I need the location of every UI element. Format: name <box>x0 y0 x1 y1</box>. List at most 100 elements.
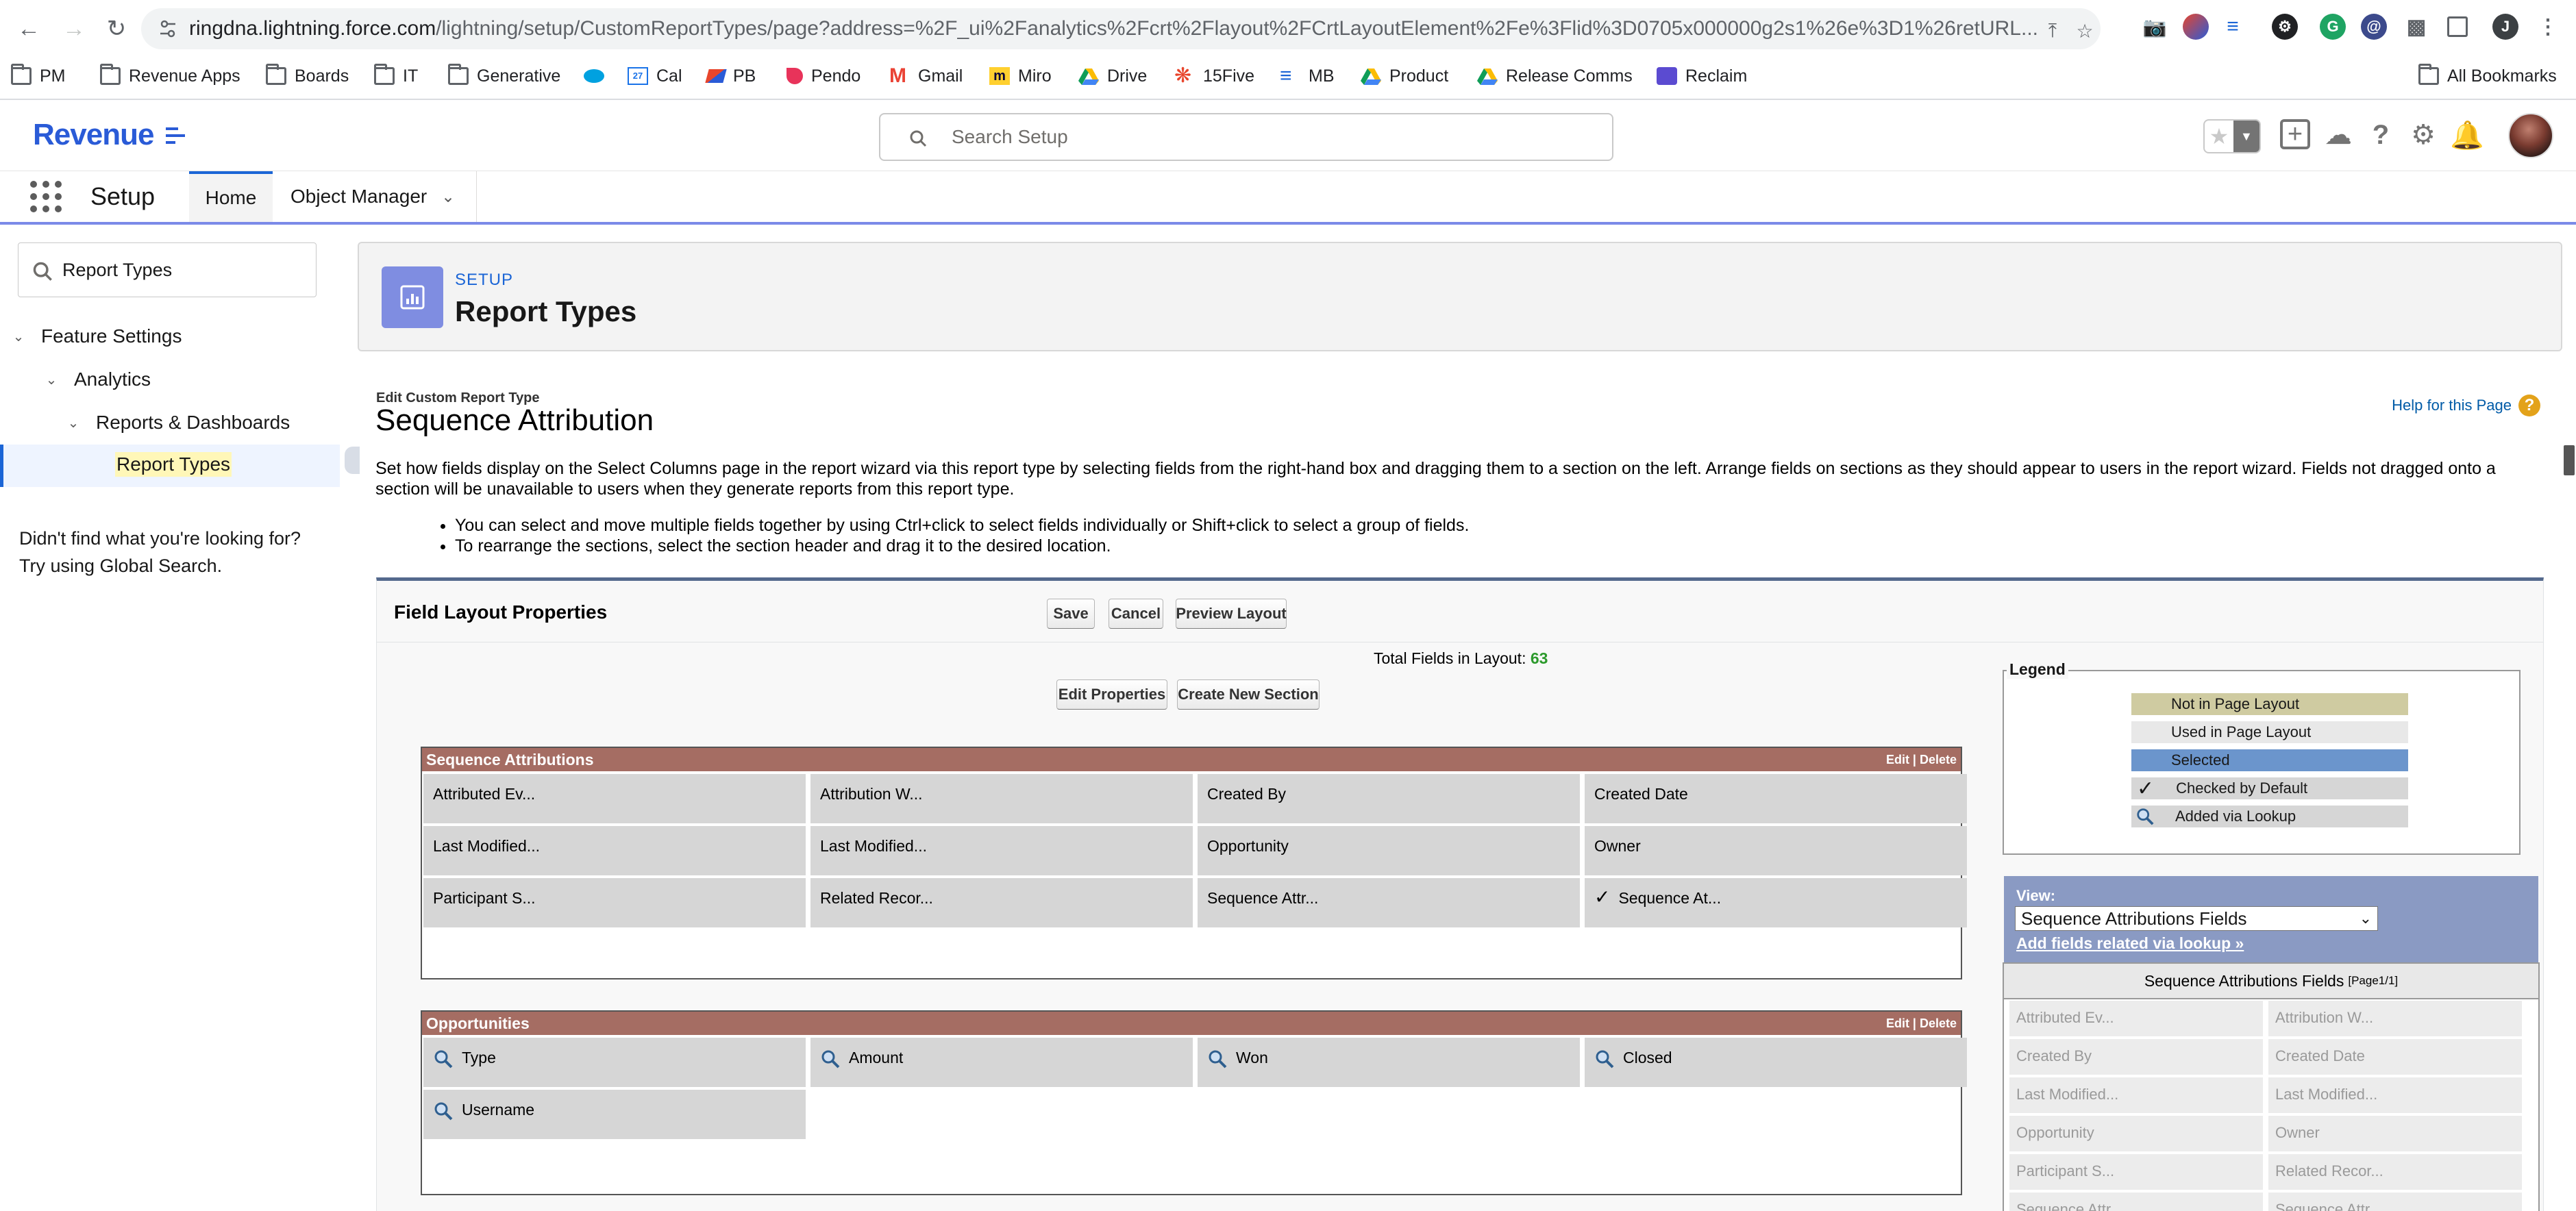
bookmark-boards[interactable]: Boards <box>266 63 349 89</box>
available-field[interactable]: Last Modified... <box>2009 1077 2263 1113</box>
help-icon[interactable]: ? <box>2518 395 2540 416</box>
bookmark-miro[interactable]: m Miro <box>989 63 1052 89</box>
quick-find-input[interactable]: Report Types <box>18 242 317 297</box>
extension-grammarly-icon[interactable]: G <box>2320 14 2346 40</box>
available-field[interactable]: Sequence Attr... <box>2009 1193 2263 1211</box>
bookmark-generative[interactable]: Generative <box>448 63 560 89</box>
help-link-label[interactable]: Help for this Page <box>2392 397 2512 414</box>
setup-gear-icon[interactable]: ⚙ <box>2407 119 2439 151</box>
bookmark-pm[interactable]: PM <box>11 63 66 89</box>
add-lookup-fields-link[interactable]: Add fields related via lookup » <box>2016 934 2244 953</box>
available-field[interactable]: Owner <box>2268 1116 2522 1151</box>
side-panel-icon[interactable] <box>2447 16 2468 37</box>
bookmark-mb[interactable]: ≡ MB <box>1280 63 1335 89</box>
layout-field[interactable]: Attribution W... <box>810 774 1193 823</box>
tree-node-analytics[interactable]: ⌄ Analytics <box>42 366 151 393</box>
share-icon[interactable]: ⤒ <box>2042 20 2063 41</box>
user-avatar[interactable] <box>2508 113 2553 158</box>
layout-field[interactable]: Won <box>1198 1038 1580 1087</box>
all-bookmarks[interactable]: All Bookmarks <box>2418 63 2557 89</box>
extension-at-icon[interactable]: @ <box>2361 14 2387 40</box>
bookmark-salesforce[interactable] <box>584 63 604 89</box>
extension-pb-icon[interactable] <box>2183 14 2209 40</box>
forward-arrow-icon[interactable]: → <box>58 12 90 45</box>
site-info-icon[interactable] <box>159 18 177 39</box>
reload-icon[interactable]: ↻ <box>100 12 133 45</box>
tab-object-manager[interactable]: Object Manager ⌄ <box>277 171 477 222</box>
org-logo[interactable]: Revenue <box>33 118 154 152</box>
extension-mb-icon[interactable]: ≡ <box>2220 14 2246 40</box>
edit-properties-button[interactable]: Edit Properties <box>1056 679 1167 710</box>
bookmark-star-icon[interactable]: ☆ <box>2075 21 2095 42</box>
layout-field[interactable]: Participant S... <box>423 878 806 927</box>
layout-field[interactable]: Created By <box>1198 774 1580 823</box>
star-icon[interactable]: ★ <box>2205 121 2233 152</box>
notifications-bell-icon[interactable]: 🔔 <box>2450 119 2484 151</box>
available-field[interactable]: Related Recor... <box>2268 1154 2522 1190</box>
layout-field[interactable]: Attributed Ev... <box>423 774 806 823</box>
available-field[interactable]: Created Date <box>2268 1039 2522 1075</box>
extensions-puzzle-icon[interactable]: ▩ <box>2403 14 2429 40</box>
help-link[interactable]: Help for this Page ? <box>2392 395 2540 416</box>
layout-field[interactable]: Sequence Attr... <box>1198 878 1580 927</box>
layout-field[interactable]: Created Date <box>1585 774 1967 823</box>
help-icon[interactable]: ? <box>2365 119 2397 151</box>
layout-field[interactable]: Related Recor... <box>810 878 1193 927</box>
section-header[interactable]: Opportunities Edit | Delete <box>422 1012 1961 1035</box>
available-field[interactable]: Sequence Attr... <box>2268 1193 2522 1211</box>
section-edit-delete-links[interactable]: Edit | Delete <box>1886 753 1957 767</box>
address-bar[interactable]: ringdna.lightning.force.com/lightning/se… <box>141 8 2101 49</box>
bookmark-cal[interactable]: 27 Cal <box>628 63 682 89</box>
chevron-down-icon[interactable]: ⌄ <box>64 414 82 432</box>
camera-icon[interactable]: 📷 <box>2142 14 2168 40</box>
tree-node-feature-settings[interactable]: ⌄ Feature Settings <box>10 323 182 350</box>
global-search-input[interactable]: Search Setup <box>879 113 1613 161</box>
chevron-down-icon[interactable]: ⌄ <box>10 327 27 345</box>
create-new-section-button[interactable]: Create New Section <box>1177 679 1320 710</box>
bookmark-release-comms[interactable]: Release Comms <box>1477 63 1633 89</box>
bookmark-15five[interactable]: ❋ 15Five <box>1174 63 1254 89</box>
tree-node-reports-dashboards[interactable]: ⌄ Reports & Dashboards <box>64 409 290 436</box>
layout-field[interactable]: Amount <box>810 1038 1193 1087</box>
tab-home[interactable]: Home <box>189 171 273 222</box>
available-field[interactable]: Participant S... <box>2009 1154 2263 1190</box>
layout-field[interactable]: Closed <box>1585 1038 1967 1087</box>
favorites-button[interactable]: ★ ▼ <box>2203 119 2261 153</box>
back-arrow-icon[interactable]: ← <box>12 12 45 45</box>
layout-field[interactable]: Username <box>423 1090 806 1139</box>
bookmark-gmail[interactable]: M Gmail <box>889 63 963 89</box>
trailhead-icon[interactable]: ☁ <box>2323 119 2354 151</box>
preview-layout-button[interactable]: Preview Layout <box>1176 599 1287 629</box>
bookmark-revenue-apps[interactable]: Revenue Apps <box>100 63 240 89</box>
available-field[interactable]: Created By <box>2009 1039 2263 1075</box>
sidebar-collapse-handle[interactable] <box>345 447 360 474</box>
extension-gear-icon[interactable]: ⚙ <box>2272 14 2298 40</box>
chevron-down-icon[interactable]: ▼ <box>2233 121 2259 152</box>
section-header[interactable]: Sequence Attributions Edit | Delete <box>422 748 1961 771</box>
bookmark-pb[interactable]: PB <box>705 63 756 89</box>
layout-section-sequence-attributions[interactable]: Sequence Attributions Edit | Delete Attr… <box>421 747 1967 979</box>
available-field[interactable]: Attribution W... <box>2268 1001 2522 1036</box>
available-field[interactable]: Last Modified... <box>2268 1077 2522 1113</box>
chevron-down-icon[interactable]: ⌄ <box>42 371 60 388</box>
layout-field[interactable]: Owner <box>1585 826 1967 875</box>
bookmark-reclaim[interactable]: Reclaim <box>1657 63 1747 89</box>
browser-menu-icon[interactable]: ⋮ <box>2535 14 2561 40</box>
layout-field[interactable]: Last Modified... <box>810 826 1193 875</box>
available-field[interactable]: Opportunity <box>2009 1116 2263 1151</box>
section-edit-delete-links[interactable]: Edit | Delete <box>1886 1016 1957 1031</box>
global-actions-icon[interactable]: + <box>2280 119 2310 149</box>
chevron-down-icon[interactable]: ⌄ <box>2360 910 2372 927</box>
save-button[interactable]: Save <box>1047 599 1095 629</box>
tree-node-label[interactable]: Report Types <box>115 452 232 477</box>
app-launcher-icon[interactable] <box>30 181 62 212</box>
layout-field[interactable]: Type <box>423 1038 806 1087</box>
chevron-down-icon[interactable]: ⌄ <box>441 187 455 207</box>
layout-field[interactable]: Last Modified... <box>423 826 806 875</box>
bookmark-product[interactable]: Product <box>1361 63 1448 89</box>
profile-avatar[interactable]: J <box>2492 14 2518 40</box>
layout-field[interactable]: ✓ Sequence At... <box>1585 878 1967 927</box>
layout-section-opportunities[interactable]: Opportunities Edit | Delete Type Amount … <box>421 1010 1967 1195</box>
view-select[interactable]: Sequence Attributions Fields ⌄ <box>2015 906 2378 931</box>
bookmark-drive[interactable]: Drive <box>1078 63 1147 89</box>
